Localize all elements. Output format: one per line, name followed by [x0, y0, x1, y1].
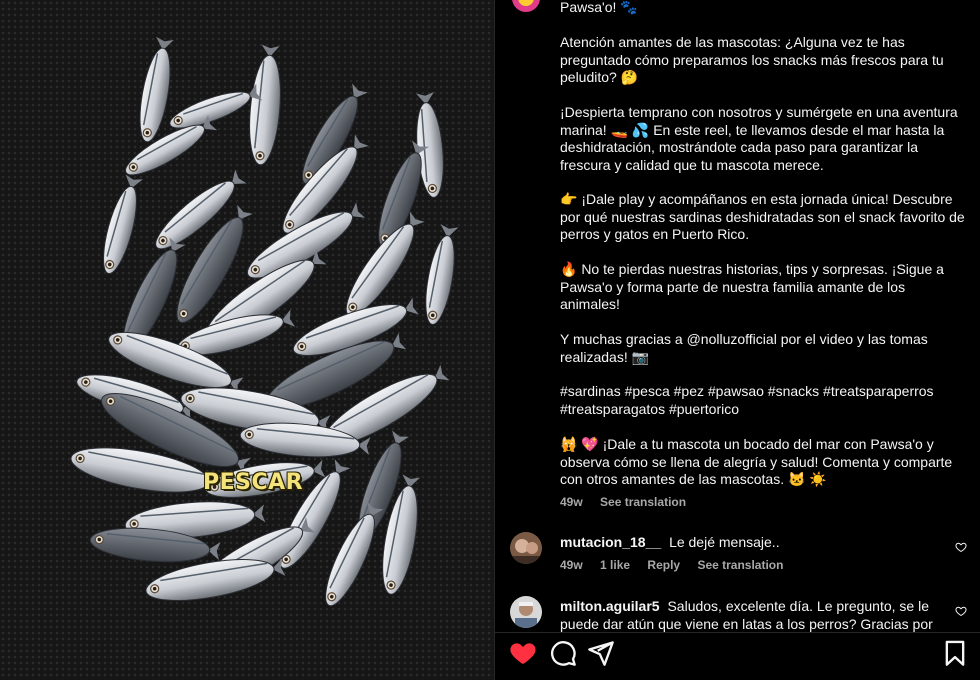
caption-see-translation[interactable]: See translation — [600, 495, 686, 509]
post-detail-panel: Pawsa'o! 🐾 Atención amantes de las masco… — [494, 0, 980, 680]
caption-line: ¡Despierta temprano con nosotros y sumér… — [560, 104, 958, 120]
comment-like-icon[interactable] — [955, 605, 967, 617]
caption-line: 🔥 No te pierdas nuestras historias, tips… — [560, 261, 944, 277]
comment-text: Saludos, excelente día. Le pregunto, se … — [667, 598, 929, 614]
comment-avatar[interactable] — [510, 532, 542, 564]
caption-line: Pawsa'o y forma parte de nuestra familia… — [560, 278, 906, 295]
author-avatar[interactable] — [510, 0, 542, 14]
comment-meta: 49w 1 like Reply See translation — [560, 558, 797, 572]
comment-avatar[interactable] — [510, 596, 542, 628]
comment-reply-button[interactable]: Reply — [647, 558, 680, 572]
comment-icon[interactable] — [549, 639, 577, 667]
caption-hashtags[interactable]: #sardinas #pesca #pez #pawsao #snacks #t… — [560, 383, 965, 401]
share-icon[interactable] — [587, 639, 615, 667]
caption-line: realizadas! 📷 — [560, 348, 650, 365]
post-action-bar — [495, 632, 980, 680]
caption-line: marina! 🚤 💦 En este reel, te llevamos de… — [560, 121, 945, 138]
caption-line: Y muchas gracias a @nolluzofficial por e… — [560, 331, 928, 347]
reel-video[interactable]: PESCAR — [0, 0, 494, 680]
caption-line: frescura y calidad que tu mascota merece… — [560, 156, 824, 173]
caption-line: observa cómo se llena de alegría y salud… — [560, 453, 953, 470]
caption-hashtags[interactable]: #treatsparagatos #puertorico — [560, 401, 965, 419]
caption-line: por qué nuestras sardinas deshidratadas … — [560, 208, 965, 225]
comment-body: mutacion_18__ Le dejé mensaje.. — [560, 534, 940, 552]
caption-age: 49w — [560, 495, 583, 509]
caption-line: animales! — [560, 296, 620, 312]
caption-meta: 49w See translation — [560, 495, 700, 509]
comment-text: puede dar atún que viene en latas a los … — [560, 615, 933, 632]
comment-username[interactable]: milton.aguilar5 — [560, 598, 660, 614]
save-icon[interactable] — [941, 639, 969, 667]
comment-username[interactable]: mutacion_18__ — [560, 534, 661, 550]
like-icon[interactable] — [509, 639, 537, 667]
comments-scroll-area[interactable]: Pawsa'o! 🐾 Atención amantes de las masco… — [495, 0, 980, 632]
caption-line: peludito? 🤔 — [560, 69, 639, 85]
caption-line: preguntado cómo preparamos los snacks má… — [560, 51, 944, 68]
caption-line: perros y gatos en Puerto Rico. — [560, 226, 750, 242]
caption-line: 👉 ¡Dale play y acompáñanos en esta jorna… — [560, 191, 953, 207]
comment-like-icon[interactable] — [955, 541, 967, 553]
comment-see-translation[interactable]: See translation — [697, 558, 783, 572]
caption-line: deshidratación, mostrándote cada paso pa… — [560, 139, 918, 155]
caption-line: Atención amantes de las mascotas: ¿Algun… — [560, 34, 905, 50]
sardines-in-strainer-image — [0, 0, 494, 680]
caption-line: 🙀 💖 ¡Dale a tu mascota un bocado del mar… — [560, 436, 934, 452]
comment-likes[interactable]: 1 like — [600, 558, 630, 572]
comment-age: 49w — [560, 558, 583, 572]
caption-line: con otros amantes de las mascotas. 🐱 ☀️ — [560, 471, 827, 487]
video-overlay-text: PESCAR — [203, 470, 304, 495]
comment-text: Le dejé mensaje.. — [669, 534, 780, 550]
comment-body: milton.aguilar5 Saludos, excelente día. … — [560, 598, 940, 616]
caption-line: Pawsa'o! 🐾 — [560, 0, 638, 15]
